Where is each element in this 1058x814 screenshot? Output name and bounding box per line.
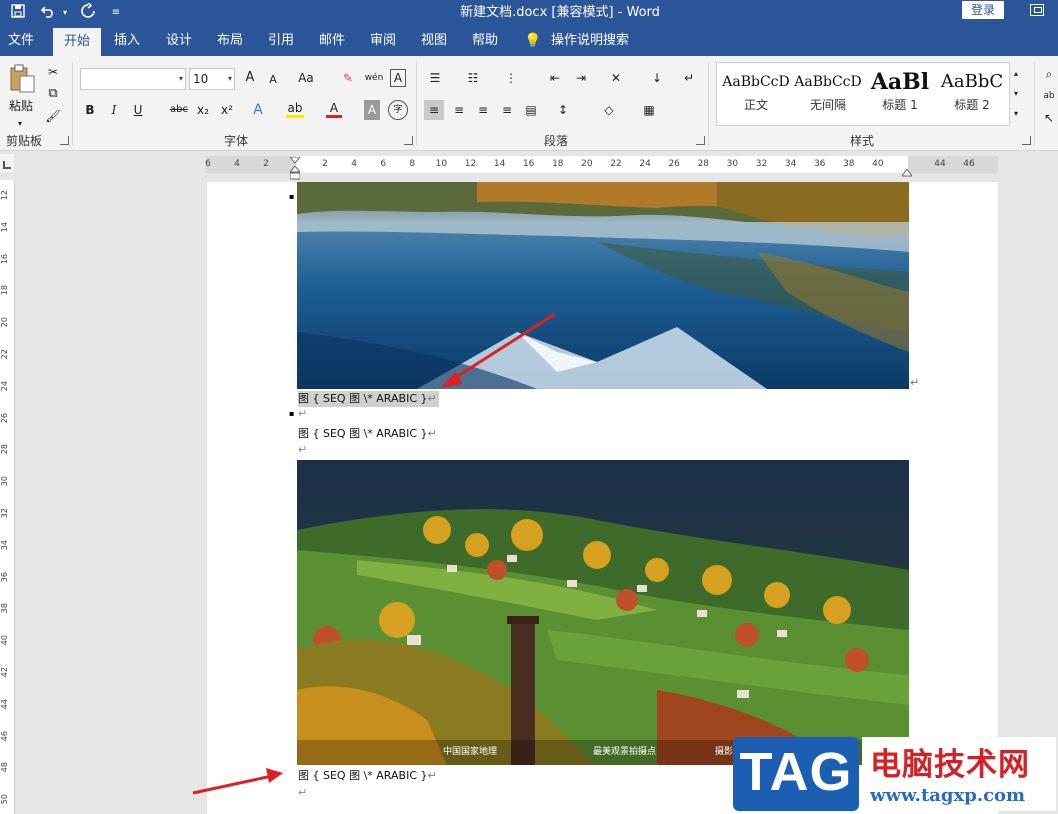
arrow-to-caption-3 [192, 768, 283, 795]
watermark-title: 电脑技术网 [870, 747, 1030, 783]
watermark-url: www.tagxp.com [870, 785, 1026, 806]
tag-logo: TAG [733, 737, 859, 811]
annotation-arrows [192, 312, 556, 795]
arrow-to-caption-1 [440, 312, 556, 388]
watermark-box: 电脑技术网 www.tagxp.com [862, 737, 1056, 811]
